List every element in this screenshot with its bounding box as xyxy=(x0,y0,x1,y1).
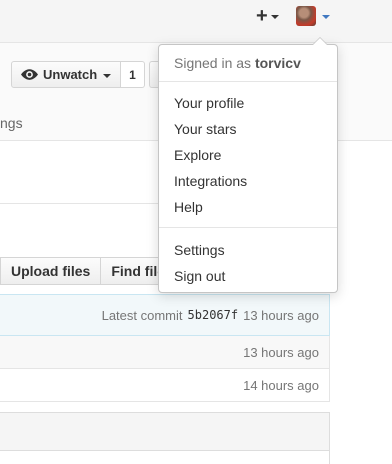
unwatch-label: Unwatch xyxy=(43,67,98,82)
file-row[interactable]: 14 hours ago xyxy=(0,369,330,402)
file-age: 13 hours ago xyxy=(243,344,319,360)
watch-group: Unwatch 1 xyxy=(11,61,145,88)
menu-item-your-stars[interactable]: Your stars xyxy=(174,121,237,137)
avatar xyxy=(296,6,316,26)
latest-commit-label: Latest commit xyxy=(101,307,183,323)
readme-box xyxy=(0,412,330,464)
watchers-count[interactable]: 1 xyxy=(121,61,145,88)
plus-icon: + xyxy=(256,5,268,27)
user-menu-button[interactable] xyxy=(296,6,330,26)
menu-item-explore[interactable]: Explore xyxy=(174,147,221,163)
chevron-down-icon xyxy=(270,15,279,19)
menu-item-help[interactable]: Help xyxy=(174,199,203,215)
tab-settings[interactable]: ngs xyxy=(0,115,23,131)
file-row[interactable]: 13 hours ago xyxy=(0,336,330,369)
menu-item-sign-out[interactable]: Sign out xyxy=(174,268,225,284)
latest-commit-bar: Latest commit 5b2067f 13 hours ago xyxy=(0,294,330,336)
signed-in-username: torvicv xyxy=(254,55,301,71)
readme-header xyxy=(0,413,329,451)
menu-item-integrations[interactable]: Integrations xyxy=(174,173,247,189)
menu-item-settings[interactable]: Settings xyxy=(174,242,225,258)
upload-files-button[interactable]: Upload files xyxy=(0,257,102,285)
commit-sha-link[interactable]: 5b2067f xyxy=(188,308,239,322)
menu-divider xyxy=(159,81,337,82)
user-dropdown-menu: Signed in as torvicv Your profile Your s… xyxy=(158,37,338,293)
file-navigation: Upload files Find file xyxy=(0,257,177,285)
menu-item-your-profile[interactable]: Your profile xyxy=(174,95,244,111)
commit-time: 13 hours ago xyxy=(243,307,319,323)
unwatch-button[interactable]: Unwatch xyxy=(11,61,122,88)
file-age: 14 hours ago xyxy=(243,377,319,393)
site-header: + xyxy=(0,0,392,43)
signed-in-header: Signed in as torvicv xyxy=(159,45,337,81)
chevron-down-icon xyxy=(322,15,330,19)
eye-icon xyxy=(21,69,38,80)
menu-divider xyxy=(159,227,337,228)
create-new-button[interactable]: + xyxy=(256,6,279,26)
chevron-down-icon xyxy=(103,73,112,78)
signed-in-label: Signed in as xyxy=(174,55,252,71)
